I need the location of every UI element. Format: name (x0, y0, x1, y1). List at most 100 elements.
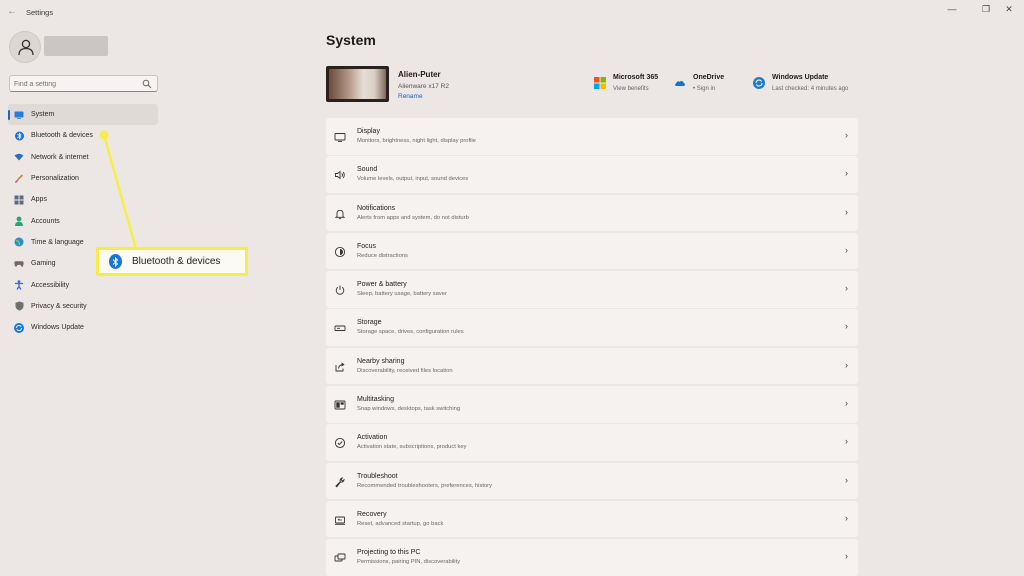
user-icon (18, 39, 34, 56)
settings-row-title: Display (357, 128, 380, 135)
quick-link-sub: View benefits (613, 86, 649, 92)
storage-icon (334, 321, 346, 333)
close-button[interactable]: ✕ (995, 2, 1023, 16)
bell-icon (334, 207, 346, 219)
quick-link-title: Windows Update (772, 74, 829, 81)
settings-row-projecting-to-this-pc[interactable]: Projecting to this PC Permissions, pairin… (326, 539, 858, 576)
search-input[interactable] (14, 78, 140, 90)
update-icon (753, 77, 765, 89)
settings-row-title: Recovery (357, 510, 387, 518)
settings-row-recovery[interactable]: Recovery Reset, advanced startup, go back… (326, 500, 858, 538)
settings-row-display[interactable]: Display Monitors, brightness, night light… (326, 118, 858, 155)
settings-row-sound[interactable]: Sound Volume levels, output, input, sound… (326, 156, 858, 193)
sidebar-item-label: Apps (31, 196, 47, 204)
quick-link-title: OneDrive (693, 74, 725, 81)
minimize-button[interactable]: — (938, 2, 966, 16)
sidebar-item-personalization[interactable]: Personalization (8, 168, 158, 189)
sidebar-item-label: Accessibility (31, 281, 70, 289)
chevron-right-icon: › (845, 397, 848, 408)
back-arrow-icon[interactable]: ← (6, 6, 18, 18)
settings-row-title: Projecting to this PC (357, 549, 421, 557)
chevron-right-icon: › (845, 244, 848, 255)
sidebar-item-label: Time & language (31, 238, 84, 246)
search-icon[interactable] (142, 79, 152, 89)
device-thumbnail (326, 66, 389, 102)
sidebar-item-windows-update[interactable]: Windows Update (8, 317, 158, 338)
bluetooth-icon (14, 131, 24, 141)
title-bar: ← Settings — ❐ ✕ (0, 0, 1024, 26)
chevron-right-icon: › (845, 512, 848, 523)
chevron-right-icon: › (845, 321, 848, 332)
globe-icon (14, 237, 24, 247)
app-title: Settings (26, 8, 54, 17)
settings-list: Display Monitors, brightness, night light… (326, 118, 858, 576)
speaker-icon (334, 168, 346, 180)
sidebar-item-label: Windows Update (31, 324, 84, 332)
settings-row-title: Activation (357, 434, 388, 442)
settings-row-notifications[interactable]: Notifications Alerts from apps and system… (326, 194, 858, 232)
settings-row-description: Storage space, drives, configuration rul… (357, 329, 464, 336)
settings-row-description: Monitors, brightness, night light, displ… (357, 138, 476, 144)
chevron-right-icon: › (845, 168, 848, 179)
username-redacted (44, 36, 108, 56)
search-box[interactable] (9, 75, 158, 92)
settings-row-description: Recommended troubleshooters, preferences… (357, 482, 493, 489)
selected-indicator (8, 110, 10, 120)
sidebar-item-label: System (31, 111, 55, 119)
settings-row-troubleshoot[interactable]: Troubleshoot Recommended troubleshooters,… (326, 462, 858, 500)
system-icon (14, 110, 24, 120)
avatar[interactable] (9, 31, 41, 63)
settings-row-description: Permissions, pairing PIN, discoverabilit… (357, 559, 461, 566)
display-icon (334, 130, 346, 142)
settings-row-power-battery[interactable]: Power & battery Sleep, battery usage, bat… (326, 271, 858, 308)
account-icon (14, 216, 24, 227)
sidebar-item-label: Network & internet (31, 153, 89, 161)
device-model: Alienware x17 R2 (398, 83, 449, 90)
settings-row-title: Focus (357, 242, 377, 250)
settings-row-description: Volume levels, output, input, sound devi… (357, 176, 469, 183)
bluetooth-icon (109, 254, 122, 269)
quick-link-sub: Last checked: 4 minutes ago (772, 86, 849, 92)
sidebar-item-network-internet[interactable]: Network & internet (8, 147, 158, 168)
chevron-right-icon: › (845, 474, 848, 485)
sidebar-item-privacy-security[interactable]: Privacy & security (8, 296, 158, 317)
sidebar-item-accessibility[interactable]: Accessibility (8, 274, 158, 295)
settings-row-title: Notifications (357, 204, 396, 212)
onedrive-icon (675, 81, 685, 86)
settings-row-description: Reduce distractions (357, 252, 408, 259)
settings-row-description: Snap windows, desktops, task switching (357, 405, 461, 412)
sidebar-item-label: Personalization (31, 175, 79, 183)
callout-label: Bluetooth & devices (132, 256, 221, 267)
sidebar-item-system[interactable]: System (8, 104, 158, 126)
focus-icon (334, 245, 346, 257)
sidebar-item-accounts[interactable]: Accounts (8, 210, 158, 231)
sidebar-item-bluetooth-devices[interactable]: Bluetooth & devices (8, 125, 158, 146)
callout-box: Bluetooth & devices (96, 247, 248, 276)
sidebar-item-label: Accounts (31, 217, 60, 225)
sidebar-item-apps[interactable]: Apps (8, 189, 158, 210)
wifi-icon (14, 152, 24, 162)
settings-row-description: Discoverability, received files location (357, 367, 453, 374)
settings-row-activation[interactable]: Activation Activation state, subscription… (326, 424, 858, 461)
chevron-right-icon: › (845, 359, 848, 370)
multitasking-icon (334, 398, 346, 410)
chevron-right-icon: › (845, 551, 848, 562)
brush-icon (14, 173, 24, 184)
projecting-icon (334, 551, 346, 563)
settings-row-storage[interactable]: Storage Storage space, drives, configurat… (326, 309, 858, 346)
settings-row-title: Troubleshoot (357, 472, 398, 480)
settings-row-description: Reset, advanced startup, go back (357, 520, 444, 527)
microsoft-logo-icon (594, 77, 606, 89)
gamepad-icon (14, 259, 24, 269)
device-name: Alien-Puter (398, 70, 441, 79)
settings-row-nearby-sharing[interactable]: Nearby sharing Discoverability, received … (326, 347, 858, 385)
activation-icon (334, 436, 346, 449)
settings-row-multitasking[interactable]: Multitasking Snap windows, desktops, task… (326, 385, 858, 423)
rename-link[interactable]: Rename (398, 93, 423, 100)
power-icon (334, 283, 346, 295)
settings-row-description: Alerts from apps and system, do not dist… (357, 214, 469, 221)
update-icon (14, 322, 24, 333)
settings-row-title: Storage (357, 319, 382, 327)
quick-link-title: Microsoft 365 (613, 74, 659, 81)
settings-row-focus[interactable]: Focus Reduce distractions › (326, 232, 858, 270)
